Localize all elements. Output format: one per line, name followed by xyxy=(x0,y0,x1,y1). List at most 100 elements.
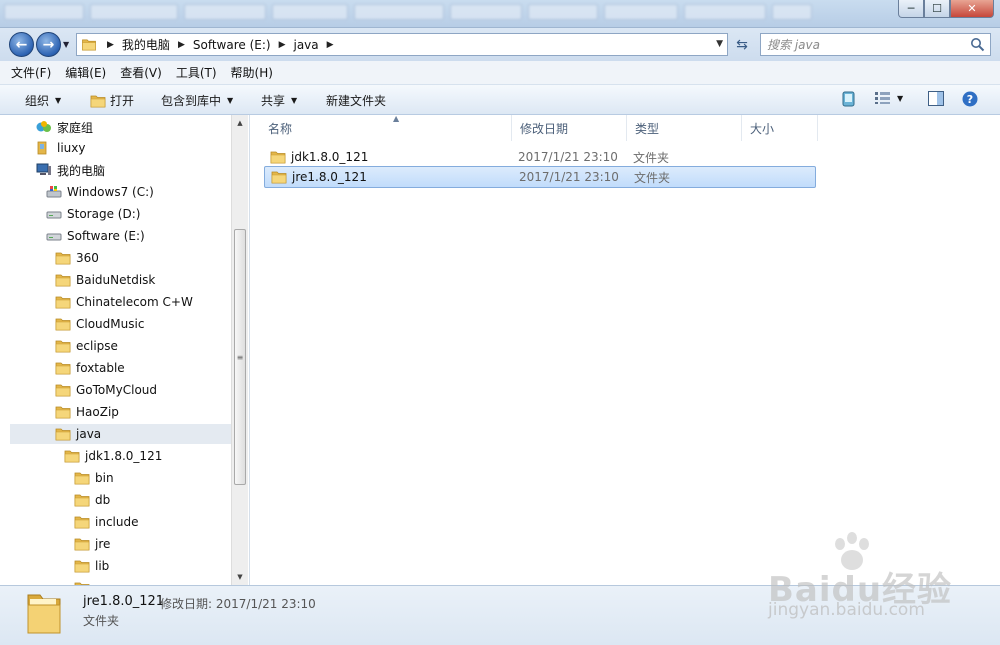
nav-label: eclipse xyxy=(76,339,118,353)
nav-label: jre xyxy=(95,537,111,551)
folder-icon xyxy=(74,515,90,529)
history-dropdown-icon[interactable]: ▼ xyxy=(63,40,69,49)
scroll-down-icon[interactable]: ▼ xyxy=(232,569,248,585)
nav-label: Windows7 (C:) xyxy=(67,185,154,199)
search-placeholder: 搜索 java xyxy=(767,38,820,52)
nav-label: 我的电脑 xyxy=(57,163,106,178)
crumb-separator-icon[interactable]: ▶ xyxy=(279,40,286,50)
folder-icon xyxy=(74,559,90,573)
crumb-separator-icon[interactable]: ▶ xyxy=(178,40,185,50)
refresh-icon: ⇆ xyxy=(736,37,748,53)
scroll-up-icon[interactable]: ▲ xyxy=(232,115,248,131)
refresh-button[interactable]: ⇆ xyxy=(731,35,753,55)
navigation-pane: 家庭组 liuxy 我的电脑 Windows7 (C:) Storage (D:… xyxy=(0,115,248,585)
nav-item-storage-drive[interactable]: Storage (D:) xyxy=(46,204,140,224)
maximize-button[interactable]: ☐ xyxy=(924,0,950,18)
crumb-separator-icon[interactable]: ▶ xyxy=(327,40,334,50)
close-button[interactable]: ✕ xyxy=(950,0,994,18)
crumb-my-computer[interactable]: 我的电脑 xyxy=(122,36,170,53)
nav-item-baidunetdisk[interactable]: BaiduNetdisk xyxy=(55,270,155,290)
crumb-separator-icon[interactable]: ▶ xyxy=(107,40,114,50)
nav-label: 家庭组 xyxy=(57,120,94,135)
back-arrow-icon: ← xyxy=(15,36,28,53)
preview-pane-button[interactable] xyxy=(928,91,944,106)
new-folder-button[interactable]: 新建文件夹 xyxy=(326,92,386,109)
nav-item-my-computer[interactable]: 我的电脑 xyxy=(36,160,105,180)
menu-file[interactable]: 文件(F) xyxy=(11,64,51,81)
share-button[interactable]: 共享 ▼ xyxy=(261,92,297,109)
svg-text:?: ? xyxy=(967,93,973,106)
nav-scrollbar[interactable]: ▲ ≡ ▼ xyxy=(231,115,248,585)
sync-button[interactable] xyxy=(842,91,855,107)
column-header-date[interactable]: 修改日期 xyxy=(512,115,627,141)
new-folder-label: 新建文件夹 xyxy=(326,94,387,108)
file-name-cell: jre1.8.0_121 xyxy=(271,170,367,184)
folder-icon xyxy=(81,38,97,51)
nav-label: foxtable xyxy=(76,361,125,375)
help-button[interactable]: ? xyxy=(962,91,978,107)
column-header-size[interactable]: 大小 xyxy=(742,115,818,141)
search-icon[interactable] xyxy=(970,37,985,52)
file-date: 2017/1/21 23:10 xyxy=(518,150,618,164)
back-button[interactable]: ← xyxy=(9,32,34,57)
file-name: jre1.8.0_121 xyxy=(292,170,367,184)
nav-item-partial[interactable] xyxy=(74,578,95,585)
open-folder-icon xyxy=(90,94,106,108)
menu-view[interactable]: 查看(V) xyxy=(120,64,162,81)
column-label: 大小 xyxy=(750,121,775,136)
nav-item-liuxy[interactable]: liuxy xyxy=(36,138,85,158)
folder-icon xyxy=(270,150,286,164)
nav-item-windows7-drive[interactable]: Windows7 (C:) xyxy=(46,182,154,202)
address-bar[interactable]: ▶ 我的电脑 ▶ Software (E:) ▶ java ▶ ▼ xyxy=(76,33,728,56)
column-header-name[interactable]: 名称 ▲ xyxy=(260,114,512,141)
nav-item-homegroup[interactable]: 家庭组 xyxy=(36,117,93,137)
window-controls: ─ ☐ ✕ xyxy=(898,0,994,18)
forward-button[interactable]: → xyxy=(36,32,61,57)
nav-item-lib[interactable]: lib xyxy=(74,556,109,576)
menu-tools[interactable]: 工具(T) xyxy=(176,64,217,81)
change-view-button[interactable]: ▼ xyxy=(875,92,903,104)
nav-item-cloudmusic[interactable]: CloudMusic xyxy=(55,314,144,334)
nav-label: lib xyxy=(95,559,110,573)
drive-icon xyxy=(46,233,62,241)
sort-ascending-icon: ▲ xyxy=(393,114,400,123)
search-input[interactable]: 搜索 java xyxy=(760,33,991,56)
folder-icon xyxy=(74,537,90,551)
scroll-thumb[interactable]: ≡ xyxy=(234,229,246,485)
nav-item-360[interactable]: 360 xyxy=(55,248,99,268)
chevron-down-icon: ▼ xyxy=(897,93,904,103)
minimize-button[interactable]: ─ xyxy=(898,0,924,18)
table-row-selected[interactable]: jre1.8.0_121 2017/1/21 23:10 文件夹 xyxy=(264,166,816,188)
nav-item-chinatelecom[interactable]: Chinatelecom C+W xyxy=(55,292,193,312)
menu-help[interactable]: 帮助(H) xyxy=(231,64,273,81)
nav-item-foxtable[interactable]: foxtable xyxy=(55,358,125,378)
nav-item-bin[interactable]: bin xyxy=(74,468,114,488)
nav-item-gotomycloud[interactable]: GoToMyCloud xyxy=(55,380,157,400)
nav-label: 360 xyxy=(76,251,99,265)
folder-icon xyxy=(55,383,71,397)
computer-icon xyxy=(36,163,51,175)
nav-item-jre[interactable]: jre xyxy=(74,534,110,554)
include-in-library-button[interactable]: 包含到库中 ▼ xyxy=(161,92,233,109)
nav-item-include[interactable]: include xyxy=(74,512,138,532)
table-row[interactable]: jdk1.8.0_121 2017/1/21 23:10 文件夹 xyxy=(264,146,816,168)
nav-label: include xyxy=(95,515,139,529)
nav-item-db[interactable]: db xyxy=(74,490,110,510)
nav-item-java[interactable]: java xyxy=(10,424,231,444)
crumb-java[interactable]: java xyxy=(293,38,318,52)
file-type: 文件夹 xyxy=(634,170,671,185)
forward-arrow-icon: → xyxy=(42,36,55,53)
nav-item-software-drive[interactable]: Software (E:) xyxy=(46,226,145,246)
nav-item-eclipse[interactable]: eclipse xyxy=(55,336,118,356)
folder-icon xyxy=(55,251,71,265)
address-dropdown-icon[interactable]: ▼ xyxy=(716,39,723,49)
column-header-type[interactable]: 类型 xyxy=(627,115,742,141)
open-button[interactable]: 打开 xyxy=(90,92,134,109)
include-library-label: 包含到库中 xyxy=(161,94,222,108)
crumb-software-drive[interactable]: Software (E:) xyxy=(193,38,271,52)
nav-item-jdk[interactable]: jdk1.8.0_121 xyxy=(64,446,162,466)
organize-button[interactable]: 组织 ▼ xyxy=(25,92,61,109)
menu-edit[interactable]: 编辑(E) xyxy=(65,64,106,81)
details-file-type: 文件夹 xyxy=(83,614,120,628)
nav-item-haozip[interactable]: HaoZip xyxy=(55,402,119,422)
